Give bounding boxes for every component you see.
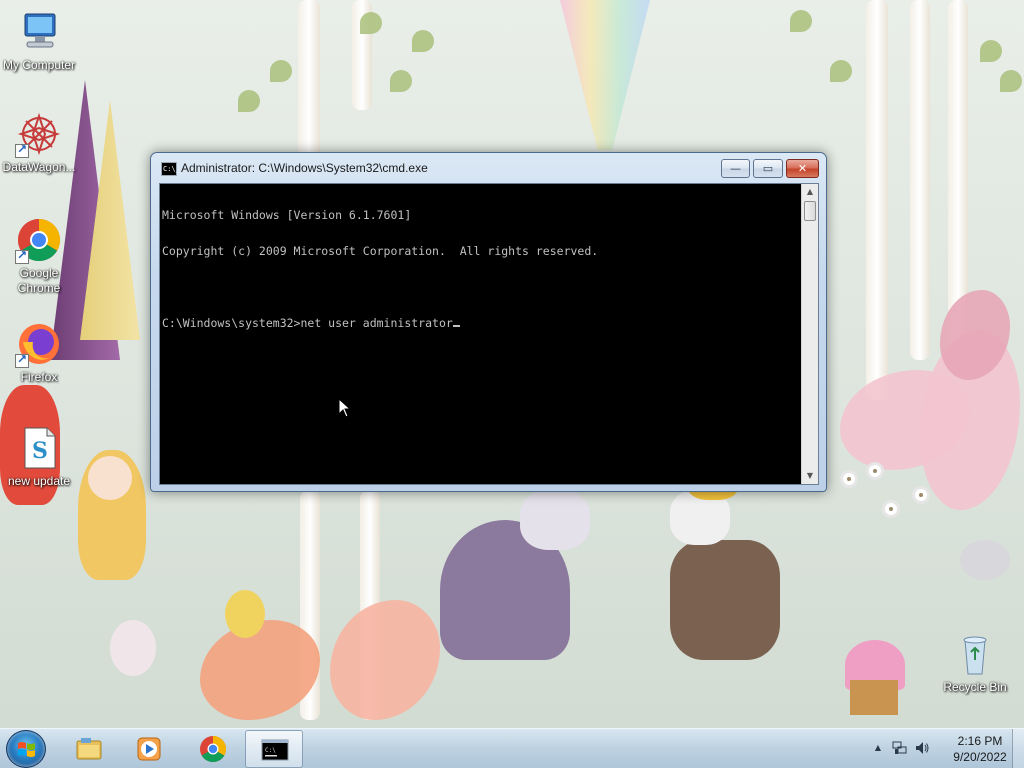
desktop-icon-firefox[interactable]: Firefox: [1, 320, 77, 385]
maximize-icon: ▭: [762, 162, 774, 175]
scroll-down-arrow-icon[interactable]: ▼: [802, 468, 818, 484]
text-cursor: [452, 325, 460, 327]
cmd-icon: C:\_: [161, 162, 180, 176]
show-hidden-icons-arrow-icon[interactable]: ▲: [870, 740, 886, 756]
volume-icon[interactable]: [914, 740, 930, 756]
desktop-icon-label: My Computer: [2, 58, 76, 72]
recycle-bin-icon: [951, 630, 999, 678]
minimize-icon: —: [730, 162, 741, 175]
console-command: C:\Windows\system32>net user administrat…: [162, 316, 453, 330]
datawagon-icon: [15, 110, 63, 158]
taskbar-media-player-button[interactable]: [120, 730, 178, 768]
desktop-icon-label: new update: [7, 474, 71, 488]
console-prompt-line[interactable]: C:\Windows\system32>net user administrat…: [162, 317, 800, 329]
firefox-icon: [15, 320, 63, 368]
computer-icon: [15, 8, 63, 56]
folder-icon: [76, 738, 102, 760]
svg-text:C:\: C:\: [265, 747, 276, 754]
media-player-icon: [137, 737, 161, 761]
start-button[interactable]: [6, 730, 46, 768]
show-desktop-button[interactable]: [1012, 729, 1024, 768]
desktop-icon-label: DataWagon...: [2, 160, 76, 174]
console-line: Microsoft Windows [Version 6.1.7601]: [162, 208, 412, 222]
clock-time: 2:16 PM: [957, 734, 1003, 748]
vertical-scrollbar[interactable]: ▲ ▼: [801, 184, 818, 484]
desktop-icon-google-chrome[interactable]: Google Chrome: [1, 216, 77, 296]
taskbar-chrome-button[interactable]: [184, 730, 242, 768]
taskbar-cmd-button[interactable]: C:\: [245, 730, 303, 768]
desktop-icon-label: Firefox: [20, 370, 58, 384]
shortcut-arrow-icon: [15, 142, 29, 158]
taskbar: C:\ ▲ 2:16 PM 9/20/2022: [0, 728, 1024, 768]
system-tray: ▲ 2:16 PM 9/20/2022: [864, 729, 1024, 768]
desktop-icon-new-update[interactable]: S new update: [1, 424, 77, 489]
taskbar-explorer-button[interactable]: [60, 730, 118, 768]
clock-date: 9/20/2022: [953, 750, 1007, 764]
desktop-icon-label: Recycle Bin: [943, 680, 1007, 694]
chrome-icon: [200, 735, 227, 763]
network-icon[interactable]: [892, 740, 908, 756]
cmd-icon: C:\: [261, 739, 289, 761]
desktop[interactable]: My Computer DataWagon...: [0, 0, 1024, 728]
console-area[interactable]: Microsoft Windows [Version 6.1.7601] Cop…: [159, 183, 819, 485]
scroll-thumb[interactable]: [804, 201, 816, 221]
mouse-pointer-icon: [338, 398, 352, 418]
console-output[interactable]: Microsoft Windows [Version 6.1.7601] Cop…: [162, 185, 800, 483]
script-file-icon: S: [15, 424, 63, 472]
windows-logo-icon: [18, 742, 35, 757]
maximize-button[interactable]: ▭: [753, 159, 783, 178]
close-icon: ✕: [797, 162, 808, 175]
window-title: Administrator: C:\Windows\System32\cmd.e…: [181, 161, 428, 175]
close-button[interactable]: ✕: [786, 159, 819, 178]
desktop-icon-datawagon[interactable]: DataWagon...: [1, 110, 77, 175]
chrome-icon: [15, 216, 63, 264]
shortcut-arrow-icon: [15, 248, 29, 264]
scroll-up-arrow-icon[interactable]: ▲: [802, 184, 818, 200]
console-line: Copyright (c) 2009 Microsoft Corporation…: [162, 244, 599, 258]
shortcut-arrow-icon: [15, 352, 29, 368]
desktop-icon-recycle-bin[interactable]: Recycle Bin: [937, 630, 1013, 695]
cmd-window[interactable]: C:\_ Administrator: C:\Windows\System32\…: [150, 152, 827, 492]
desktop-icon-label: Google Chrome: [17, 266, 61, 295]
clock[interactable]: 2:16 PM 9/20/2022: [940, 733, 1020, 765]
svg-text:S: S: [32, 438, 48, 464]
desktop-icon-my-computer[interactable]: My Computer: [1, 8, 77, 73]
minimize-button[interactable]: —: [721, 159, 750, 178]
title-bar[interactable]: C:\_ Administrator: C:\Windows\System32\…: [151, 153, 826, 185]
